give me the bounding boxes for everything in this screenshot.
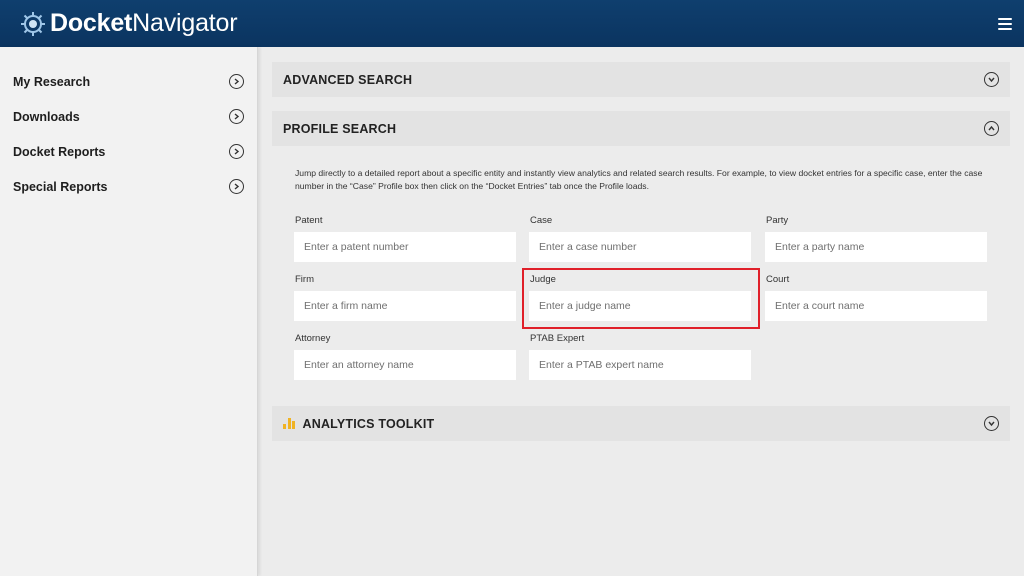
compass-wheel-icon (21, 11, 45, 36)
docket-navigator-logo[interactable]: DocketNavigator (20, 9, 238, 38)
analytics-toolkit-header[interactable]: ANALYTICS TOOLKIT (272, 406, 1010, 441)
profile-search-body: Jump directly to a detailed report about… (272, 146, 1010, 390)
court-label: Court (766, 274, 790, 285)
sidebar-item-docket-reports[interactable]: Docket Reports (0, 134, 258, 169)
chevron-down-circle-icon[interactable] (984, 72, 999, 87)
analytics-toolkit-title: ANALYTICS TOOLKIT (302, 416, 435, 431)
ptab-expert-label: PTAB Expert (530, 333, 585, 344)
chevron-right-circle-icon[interactable] (229, 179, 244, 194)
sidebar-item-label: Downloads (13, 109, 80, 124)
party-input[interactable] (765, 232, 987, 262)
chevron-down-circle-icon[interactable] (984, 416, 999, 431)
firm-input[interactable] (294, 291, 516, 321)
profile-search-header[interactable]: PROFILE SEARCH (272, 111, 1010, 146)
advanced-search-title: ADVANCED SEARCH (283, 72, 413, 87)
judge-label: Judge (530, 274, 556, 285)
attorney-label: Attorney (295, 333, 331, 344)
sidebar-item-special-reports[interactable]: Special Reports (0, 169, 258, 204)
ptab-expert-input[interactable] (529, 350, 751, 380)
case-input[interactable] (529, 232, 751, 262)
top-header: DocketNavigator (0, 0, 1024, 47)
bar-chart-icon (283, 418, 297, 429)
sidebar: My Research Downloads Docket Reports Spe… (0, 47, 258, 576)
chevron-right-circle-icon[interactable] (229, 109, 244, 124)
logo-text-navigator: Navigator (132, 9, 238, 37)
sidebar-item-downloads[interactable]: Downloads (0, 99, 258, 134)
party-label: Party (766, 215, 789, 226)
court-input[interactable] (765, 291, 987, 321)
chevron-right-circle-icon[interactable] (229, 144, 244, 159)
sidebar-item-my-research[interactable]: My Research (0, 64, 258, 99)
advanced-search-header[interactable]: ADVANCED SEARCH (272, 62, 1010, 97)
logo-text-docket: Docket (50, 9, 133, 37)
sidebar-item-label: Docket Reports (13, 144, 106, 159)
sidebar-item-label: Special Reports (13, 179, 108, 194)
case-label: Case (530, 215, 553, 226)
judge-input[interactable] (529, 291, 751, 321)
chevron-up-circle-icon[interactable] (984, 121, 999, 136)
patent-input[interactable] (294, 232, 516, 262)
analytics-toolkit-title-wrap: ANALYTICS TOOLKIT (283, 417, 434, 431)
patent-label: Patent (295, 215, 323, 226)
profile-search-title: PROFILE SEARCH (283, 121, 397, 136)
firm-label: Firm (295, 274, 314, 285)
profile-search-description: Jump directly to a detailed report about… (295, 168, 983, 191)
chevron-right-circle-icon[interactable] (229, 74, 244, 89)
hamburger-menu-icon[interactable] (998, 17, 1012, 30)
sidebar-item-label: My Research (13, 74, 91, 89)
attorney-input[interactable] (294, 350, 516, 380)
